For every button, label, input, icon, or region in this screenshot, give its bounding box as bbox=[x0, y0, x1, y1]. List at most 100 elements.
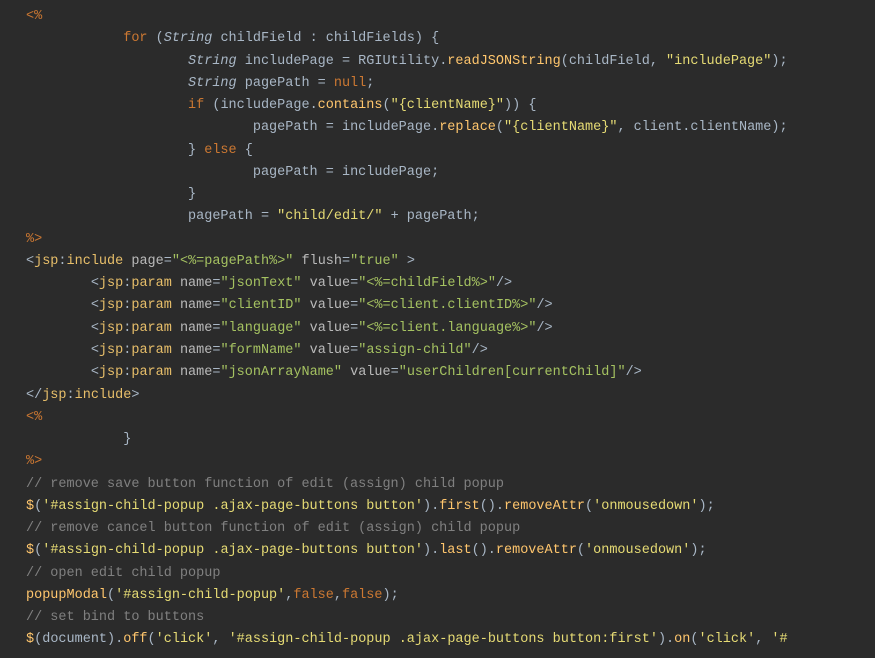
token: ( bbox=[107, 588, 115, 603]
code-line[interactable]: } bbox=[26, 429, 875, 451]
token: on bbox=[674, 632, 690, 647]
token: '#assign-child-popup .ajax-page-buttons … bbox=[229, 632, 658, 647]
token: , bbox=[617, 120, 633, 135]
token: replace bbox=[439, 120, 496, 135]
code-line[interactable]: <jsp:param name="jsonText" value="<%=chi… bbox=[26, 273, 875, 295]
token: "child/edit/" bbox=[277, 209, 382, 224]
token: param bbox=[131, 276, 172, 291]
token: "{clientName}" bbox=[391, 98, 504, 113]
code-line[interactable]: pagePath = includePage.replace("{clientN… bbox=[26, 117, 875, 139]
token: popupModal bbox=[26, 588, 107, 603]
token: /> bbox=[536, 321, 552, 336]
token: pagePath bbox=[407, 209, 472, 224]
token: 'onmousedown' bbox=[585, 543, 690, 558]
token: , bbox=[212, 632, 228, 647]
code-line[interactable]: $('#assign-child-popup .ajax-page-button… bbox=[26, 496, 875, 518]
token: %> bbox=[26, 232, 42, 247]
token: (). bbox=[480, 499, 504, 514]
token: off bbox=[123, 632, 147, 647]
code-line[interactable]: $(document).off('click', '#assign-child-… bbox=[26, 629, 875, 651]
token: '#assign-child-popup .ajax-page-buttons … bbox=[42, 543, 423, 558]
code-line[interactable]: for (String childField : childFields) { bbox=[26, 28, 875, 50]
code-line[interactable]: String pagePath = null; bbox=[26, 73, 875, 95]
code-line[interactable]: <% bbox=[26, 407, 875, 429]
code-line[interactable]: <jsp:param name="formName" value="assign… bbox=[26, 340, 875, 362]
token: = bbox=[342, 254, 350, 269]
token: = bbox=[350, 276, 358, 291]
token: < bbox=[91, 365, 99, 380]
token: = bbox=[350, 343, 358, 358]
code-line[interactable]: // remove cancel button function of edit… bbox=[26, 518, 875, 540]
token: document bbox=[42, 632, 107, 647]
token: "formName" bbox=[220, 343, 301, 358]
code-line[interactable]: <jsp:param name="clientID" value="<%=cli… bbox=[26, 295, 875, 317]
token: < bbox=[26, 254, 34, 269]
token: /> bbox=[626, 365, 642, 380]
token: ). bbox=[423, 543, 439, 558]
code-line[interactable]: %> bbox=[26, 229, 875, 251]
token: /> bbox=[496, 276, 512, 291]
token: includePage bbox=[237, 54, 342, 69]
token: = bbox=[164, 254, 172, 269]
code-line[interactable]: <% bbox=[26, 6, 875, 28]
token: ); bbox=[690, 543, 706, 558]
token: pagePath bbox=[253, 120, 326, 135]
code-line[interactable]: <jsp:param name="language" value="<%=cli… bbox=[26, 318, 875, 340]
code-editor[interactable]: <% for (String childField : childFields)… bbox=[0, 0, 875, 658]
token: "{clientName}" bbox=[504, 120, 617, 135]
code-line[interactable]: </jsp:include> bbox=[26, 385, 875, 407]
code-line[interactable]: } else { bbox=[26, 140, 875, 162]
token: <% bbox=[26, 410, 42, 425]
code-line[interactable]: <jsp:param name="jsonArrayName" value="u… bbox=[26, 362, 875, 384]
token: } bbox=[188, 143, 204, 158]
token: > bbox=[131, 388, 139, 403]
token: "<%=client.clientID%>" bbox=[358, 298, 536, 313]
token: ( bbox=[577, 543, 585, 558]
token: param bbox=[131, 343, 172, 358]
code-line[interactable]: // open edit child popup bbox=[26, 563, 875, 585]
token: jsp bbox=[99, 276, 123, 291]
token: name bbox=[172, 365, 213, 380]
token: ( bbox=[561, 54, 569, 69]
token: ( bbox=[34, 632, 42, 647]
token: jsp bbox=[99, 321, 123, 336]
token: ( bbox=[148, 632, 156, 647]
code-line[interactable]: pagePath = includePage; bbox=[26, 162, 875, 184]
code-line[interactable]: popupModal('#assign-child-popup',false,f… bbox=[26, 585, 875, 607]
code-line[interactable]: $('#assign-child-popup .ajax-page-button… bbox=[26, 540, 875, 562]
token: String bbox=[188, 76, 237, 91]
token: null bbox=[334, 76, 366, 91]
token: ); bbox=[771, 120, 787, 135]
code-line[interactable]: <jsp:include page="<%=pagePath%>" flush=… bbox=[26, 251, 875, 273]
code-line[interactable]: // set bind to buttons bbox=[26, 607, 875, 629]
token: "true" bbox=[350, 254, 399, 269]
token: // remove cancel button function of edit… bbox=[26, 521, 520, 536]
code-line[interactable]: if (includePage.contains("{clientName}")… bbox=[26, 95, 875, 117]
token: flush bbox=[293, 254, 342, 269]
token: name bbox=[172, 298, 213, 313]
code-line[interactable]: String includePage = RGIUtility.readJSON… bbox=[26, 51, 875, 73]
code-line[interactable]: } bbox=[26, 184, 875, 206]
token: includePage bbox=[220, 98, 309, 113]
token: "language" bbox=[220, 321, 301, 336]
token: childField bbox=[569, 54, 650, 69]
token: . bbox=[310, 98, 318, 113]
token: ( bbox=[34, 543, 42, 558]
token: = bbox=[350, 298, 358, 313]
token: = bbox=[326, 120, 342, 135]
token: ). bbox=[423, 499, 439, 514]
code-line[interactable]: %> bbox=[26, 451, 875, 473]
token: ); bbox=[383, 588, 399, 603]
token: < bbox=[91, 343, 99, 358]
code-line[interactable]: pagePath = "child/edit/" + pagePath; bbox=[26, 206, 875, 228]
token: include bbox=[67, 254, 124, 269]
token: param bbox=[131, 298, 172, 313]
token: removeAttr bbox=[496, 543, 577, 558]
token: name bbox=[172, 321, 213, 336]
code-line[interactable]: // remove save button function of edit (… bbox=[26, 474, 875, 496]
token: // remove save button function of edit (… bbox=[26, 477, 504, 492]
token: jsp bbox=[42, 388, 66, 403]
token: "jsonText" bbox=[220, 276, 301, 291]
token: )) { bbox=[504, 98, 536, 113]
token: $ bbox=[26, 632, 34, 647]
